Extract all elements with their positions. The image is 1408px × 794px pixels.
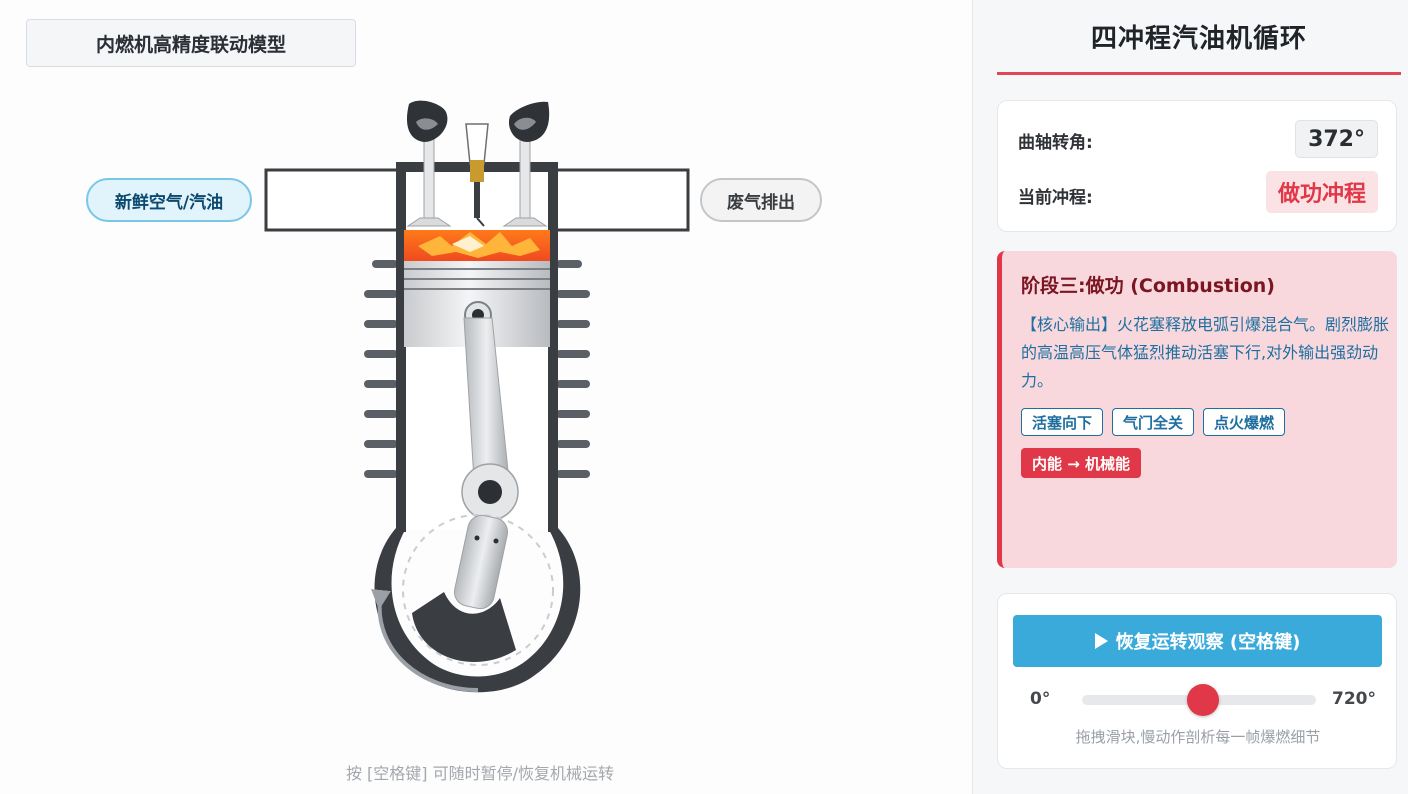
slider-max-label: 720°	[1332, 689, 1376, 709]
exhaust-port	[554, 168, 690, 232]
tag-piston-down: 活塞向下	[1021, 408, 1104, 436]
phase-card: 阶段三:做功 (Combustion) 【核心输出】火花塞释放电弧引爆混合气。剧…	[997, 251, 1397, 568]
info-panel: 四冲程汽油机循环 曲轴转角: 372° 当前冲程: 做功冲程 阶段三:做功 (C…	[973, 0, 1408, 794]
stroke-label: 当前冲程:	[1018, 188, 1093, 208]
title-underline	[997, 72, 1401, 75]
resume-button[interactable]: 恢复运转观察 (空格键)	[1013, 615, 1382, 667]
crank-angle-value: 372°	[1295, 120, 1378, 158]
combustion-flame	[404, 230, 550, 261]
intake-label: 新鲜空气/汽油	[86, 178, 252, 222]
engine-diagram	[264, 100, 690, 693]
tag-ignition: 点火爆燃	[1203, 408, 1286, 436]
control-card: 恢复运转观察 (空格键) 0° 720° 拖拽滑块,慢动作剖析每一帧爆燃细节	[997, 593, 1397, 769]
stroke-value: 做功冲程	[1265, 171, 1378, 213]
phase-tags: 活塞向下 气门全关 点火爆燃	[1021, 408, 1286, 436]
phase-description: 【核心输出】火花塞释放电弧引爆混合气。剧烈膨胀的高温高压气体猛烈推动活塞下行,对…	[1021, 315, 1390, 390]
crank-angle-label: 曲轴转角:	[1018, 133, 1093, 153]
engine-stage: 内燃机高精度联动模型 新鲜空气/汽油 废气排出 按 [空格键] 可随时暂停/恢复…	[0, 0, 972, 794]
status-card: 曲轴转角: 372° 当前冲程: 做功冲程	[997, 100, 1397, 232]
energy-conversion-badge: 内能 → 机械能	[1021, 448, 1142, 478]
keyboard-hint: 按 [空格键] 可随时暂停/恢复机械运转	[345, 764, 615, 783]
slider-help-text: 拖拽滑块,慢动作剖析每一帧爆燃细节	[1075, 728, 1321, 746]
play-icon	[1094, 633, 1108, 649]
intake-port	[264, 168, 400, 232]
exhaust-label: 废气排出	[700, 178, 822, 222]
phase-title: 阶段三:做功 (Combustion)	[1021, 275, 1275, 297]
slider-min-label: 0°	[1030, 689, 1051, 709]
crank-angle-slider[interactable]	[1082, 684, 1316, 716]
resume-button-label: 恢复运转观察 (空格键)	[1115, 632, 1301, 653]
slider-thumb[interactable]	[1186, 684, 1219, 716]
tag-valves-closed: 气门全关	[1112, 408, 1195, 436]
panel-title: 四冲程汽油机循环	[1090, 24, 1307, 54]
